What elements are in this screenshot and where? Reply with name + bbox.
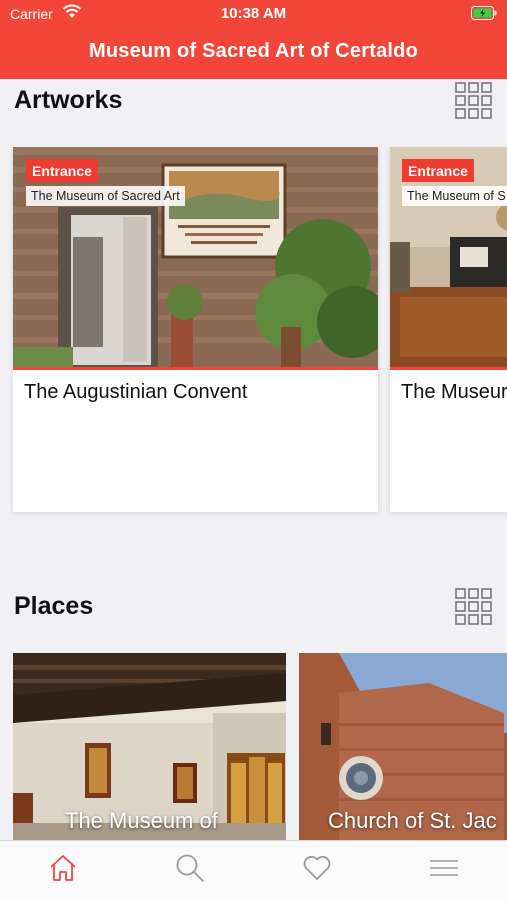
artworks-section-title: Artworks (14, 86, 123, 114)
place-card[interactable]: Church of St. Jac (299, 653, 507, 840)
app-header: Carrier 10:38 AM Museum of Sacred Art of… (0, 0, 507, 79)
tab-favorites[interactable] (254, 841, 380, 901)
status-bar: Carrier 10:38 AM (0, 0, 507, 28)
artwork-title: The Museur (401, 381, 507, 403)
places-section-title: Places (14, 592, 94, 620)
location-badge: The Museum of Sacred Art (26, 186, 185, 206)
category-badge: Entrance (402, 159, 474, 182)
artwork-image: Entrance The Museum of Sacred Art (13, 147, 378, 370)
artwork-title: The Augustinian Convent (24, 381, 248, 403)
artworks-carousel[interactable]: Entrance The Museum of Sacred Art The Au… (0, 147, 507, 519)
category-badge: Entrance (26, 159, 98, 182)
tab-bar (0, 840, 507, 901)
tab-home[interactable] (0, 841, 126, 901)
tab-search[interactable] (127, 841, 253, 901)
place-title: The Museum of (65, 808, 218, 833)
artworks-grid-view-icon[interactable] (455, 82, 492, 119)
artwork-card[interactable]: Entrance The Museum of Sacred Art The Au… (13, 147, 378, 512)
places-grid-view-icon[interactable] (455, 588, 492, 625)
status-time: 10:38 AM (220, 5, 287, 22)
artwork-image: Entrance The Museum of S (390, 147, 507, 370)
nav-title: Museum of Sacred Art of Certaldo (88, 40, 419, 62)
location-badge: The Museum of S (402, 186, 507, 206)
place-title: Church of St. Jac (328, 808, 497, 833)
artwork-card[interactable]: Entrance The Museum of S The Museur (390, 147, 507, 512)
place-card[interactable]: The Museum of (13, 653, 286, 840)
tab-menu[interactable] (381, 841, 507, 901)
places-carousel[interactable]: The Museum of Church of St. Jac (0, 653, 507, 840)
battery-charging-icon (471, 6, 497, 20)
